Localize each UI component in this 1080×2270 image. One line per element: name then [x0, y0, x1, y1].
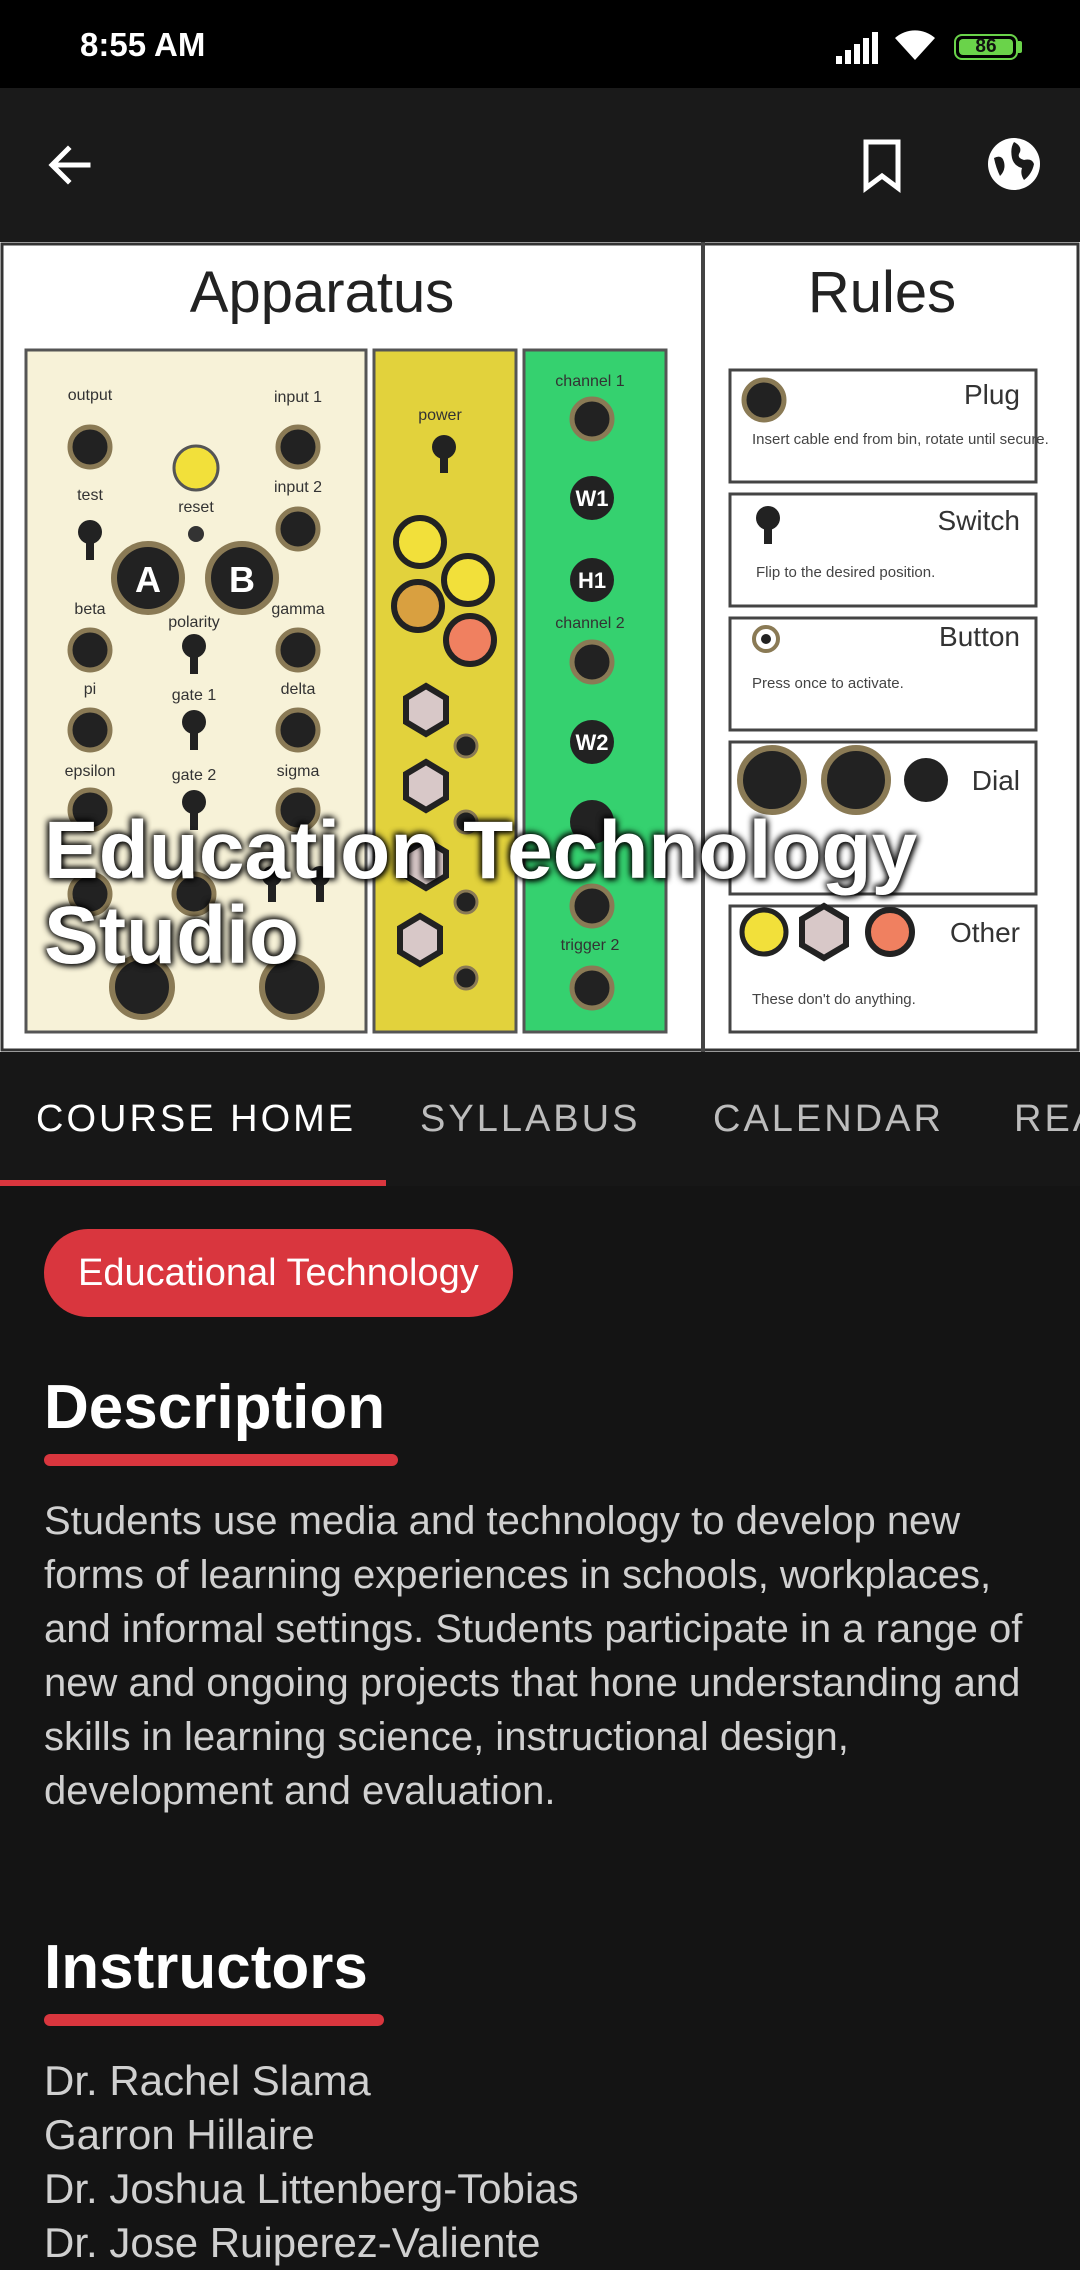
description-underline	[44, 1454, 398, 1466]
svg-text:B: B	[229, 559, 255, 600]
battery-level: 86	[975, 36, 997, 57]
svg-text:polarity: polarity	[168, 614, 220, 631]
svg-text:pi: pi	[84, 681, 96, 698]
svg-text:epsilon: epsilon	[65, 763, 116, 780]
instructor-name: Dr. Joshua Littenberg-Tobias	[44, 2165, 579, 2212]
svg-text:A: A	[135, 559, 161, 600]
globe-icon[interactable]	[984, 134, 1044, 194]
svg-text:test: test	[77, 487, 103, 504]
svg-text:Press once to activate.: Press once to activate.	[752, 675, 904, 692]
svg-text:Button: Button	[939, 621, 1020, 652]
category-chip[interactable]: Educational Technology	[44, 1229, 513, 1317]
svg-text:W2: W2	[576, 730, 609, 755]
battery-icon: 86	[954, 34, 1018, 60]
app-bar	[0, 88, 1080, 242]
svg-text:channel 2: channel 2	[555, 615, 624, 632]
svg-text:channel 1: channel 1	[555, 373, 624, 390]
back-arrow-icon[interactable]	[40, 135, 100, 195]
active-tab-indicator	[0, 1180, 386, 1186]
svg-text:power: power	[418, 407, 462, 424]
svg-text:Apparatus: Apparatus	[190, 260, 454, 325]
svg-text:reset: reset	[178, 499, 214, 516]
svg-text:Plug: Plug	[964, 379, 1020, 410]
tab-syllabus[interactable]: SYLLABUS	[420, 1098, 640, 1141]
description-heading: Description	[44, 1373, 386, 1442]
svg-text:gamma: gamma	[271, 601, 324, 618]
svg-text:gate 1: gate 1	[172, 687, 217, 704]
instructors-heading: Instructors	[44, 1933, 368, 2002]
status-bar: 8:55 AM 86	[0, 0, 1080, 88]
course-tabs: COURSE HOME SYLLABUS CALENDAR REA	[0, 1052, 1080, 1186]
svg-text:input 1: input 1	[274, 389, 322, 406]
instructor-name: Dr. Jose Ruiperez-Valiente	[44, 2219, 541, 2266]
course-title: Education Technology Studio	[44, 808, 1044, 979]
svg-text:These don't do anything.: These don't do anything.	[752, 991, 916, 1008]
tab-course-home[interactable]: COURSE HOME	[36, 1098, 356, 1141]
svg-text:Switch: Switch	[938, 505, 1020, 536]
svg-text:Rules: Rules	[808, 260, 956, 325]
svg-text:H1: H1	[578, 568, 606, 593]
instructor-name: Dr. Rachel Slama	[44, 2057, 371, 2104]
svg-text:sigma: sigma	[277, 763, 320, 780]
status-time: 8:55 AM	[80, 26, 206, 63]
svg-text:W1: W1	[576, 486, 609, 511]
tab-calendar[interactable]: CALENDAR	[713, 1098, 944, 1141]
svg-text:Flip to the desired position.: Flip to the desired position.	[756, 564, 935, 581]
instructor-name: Garron Hillaire	[44, 2111, 315, 2158]
course-title-line2: Studio	[44, 890, 300, 982]
bookmark-icon[interactable]	[852, 134, 912, 194]
svg-text:delta: delta	[281, 681, 316, 698]
signal-icon	[836, 32, 878, 64]
svg-text:Dial: Dial	[972, 765, 1020, 796]
instructors-underline	[44, 2014, 384, 2026]
description-text: Students use media and technology to dev…	[44, 1499, 1023, 1813]
svg-text:gate 2: gate 2	[172, 767, 217, 784]
tab-readings[interactable]: REA	[1014, 1098, 1080, 1141]
instructors-list: Dr. Rachel Slama Garron Hillaire Dr. Jos…	[44, 2054, 1044, 2270]
course-hero-image: Apparatus Rules output input 1 test rese…	[0, 242, 1080, 1052]
svg-text:beta: beta	[74, 601, 105, 618]
course-title-line1: Education Technology	[44, 805, 918, 896]
svg-text:output: output	[68, 387, 113, 404]
svg-text:input 2: input 2	[274, 479, 322, 496]
svg-text:Insert cable end from bin, rot: Insert cable end from bin, rotate until …	[752, 431, 1049, 448]
wifi-icon	[895, 30, 935, 60]
